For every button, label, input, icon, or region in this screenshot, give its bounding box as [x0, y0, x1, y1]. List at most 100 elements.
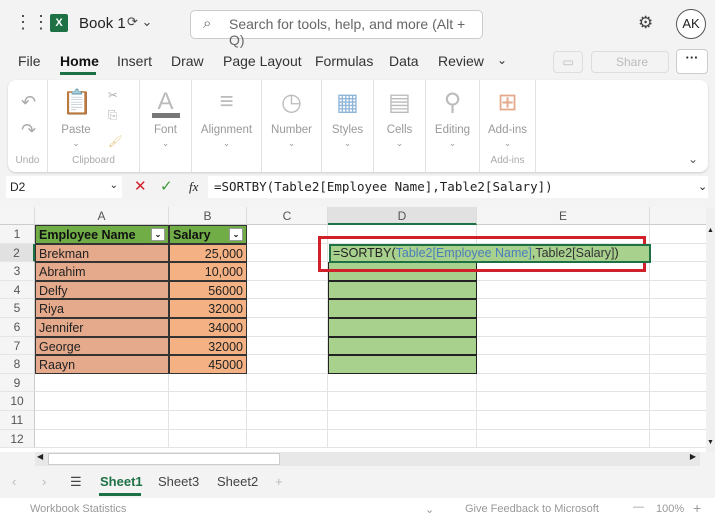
cell-C7[interactable]	[247, 336, 328, 356]
cell-C9[interactable]	[247, 373, 328, 393]
cell-B3[interactable]: 10,000	[169, 262, 247, 281]
paste-button[interactable]: 📋 Paste ⌄	[58, 80, 94, 149]
expand-ribbon-chevron-icon[interactable]: ⌄	[688, 152, 698, 166]
cell-C10[interactable]	[247, 392, 328, 411]
save-status-icon[interactable]: ⟳ ⌄	[127, 14, 152, 30]
cell-B7[interactable]: 32000	[169, 336, 247, 356]
cell-A10[interactable]	[35, 392, 169, 411]
row-header-1[interactable]: 1	[0, 225, 35, 244]
row-header-11[interactable]: 11	[0, 411, 35, 430]
column-header-b[interactable]: B	[169, 207, 247, 225]
sheet-tab-sheet3[interactable]: Sheet3	[158, 474, 199, 489]
scroll-right-icon[interactable]: ▶	[690, 452, 696, 461]
tab-home[interactable]: Home	[60, 53, 99, 69]
cell-D7[interactable]	[328, 336, 477, 356]
cell-D5[interactable]	[328, 299, 477, 318]
tab-review[interactable]: Review	[438, 53, 484, 69]
chevron-down-icon[interactable]: ⌄	[425, 503, 434, 516]
column-header-c[interactable]: C	[247, 207, 328, 225]
gear-icon[interactable]: ⚙	[638, 13, 653, 33]
undo-icon[interactable]: ↶	[21, 92, 36, 113]
cell-B1[interactable]: Salary ⌄	[169, 225, 247, 244]
cell-C6[interactable]	[247, 318, 328, 337]
function-icon[interactable]: fx	[189, 179, 198, 195]
cell-A5[interactable]: Riya	[35, 299, 169, 318]
number-button[interactable]: ◷ Number ⌄	[262, 80, 322, 172]
cell-A12[interactable]	[35, 429, 169, 449]
comments-icon[interactable]: ▭	[553, 51, 583, 73]
tab-draw[interactable]: Draw	[171, 53, 204, 69]
styles-button[interactable]: ▦ Styles ⌄	[322, 80, 374, 172]
tab-page-layout[interactable]: Page Layout	[223, 53, 302, 69]
cell-F3[interactable]	[650, 262, 706, 281]
cell-E5[interactable]	[477, 299, 650, 318]
tab-formulas[interactable]: Formulas	[315, 53, 373, 69]
cell-C12[interactable]	[247, 429, 328, 449]
editing-button[interactable]: ⚲ Editing ⌄	[426, 80, 480, 172]
cell-B5[interactable]: 32000	[169, 299, 247, 318]
cell-C2[interactable]	[247, 243, 328, 263]
cell-B8[interactable]: 45000	[169, 355, 247, 374]
cell-A2[interactable]: Brekman	[35, 243, 169, 263]
row-header-4[interactable]: 4	[0, 280, 35, 300]
row-header-6[interactable]: 6	[0, 318, 35, 337]
share-button[interactable]: Share	[591, 51, 669, 73]
avatar[interactable]: AK	[676, 9, 706, 39]
formula-edit-cell[interactable]: =SORTBY(Table2[Employee Name],Table2[Sal…	[329, 244, 651, 263]
cell-F2[interactable]	[650, 244, 706, 263]
cell-D9[interactable]	[328, 373, 477, 393]
more-options-icon[interactable]: ···	[676, 49, 708, 74]
add-sheet-icon[interactable]: +	[275, 474, 283, 489]
cell-D12[interactable]	[328, 429, 477, 449]
cell-A4[interactable]: Delfy	[35, 280, 169, 300]
column-header-f[interactable]	[650, 207, 706, 225]
scroll-left-icon[interactable]: ◀	[37, 452, 43, 461]
cell-F5[interactable]	[650, 299, 706, 318]
cell-F4[interactable]	[650, 281, 706, 300]
all-sheets-icon[interactable]: ☰	[70, 474, 82, 490]
font-button[interactable]: A Font ⌄	[140, 80, 192, 172]
expand-formula-chevron-icon[interactable]: ⌄	[698, 180, 707, 193]
cell-D6[interactable]	[328, 318, 477, 337]
zoom-out-icon[interactable]: —	[633, 501, 644, 513]
cell-C3[interactable]	[247, 262, 328, 281]
cell-B11[interactable]	[169, 411, 247, 430]
sheet-tab-sheet2[interactable]: Sheet2	[217, 474, 258, 489]
scroll-thumb[interactable]	[48, 453, 280, 465]
cell-C11[interactable]	[247, 411, 328, 430]
format-painter-icon[interactable]: 🖌	[108, 134, 123, 148]
cell-D4[interactable]	[328, 280, 477, 300]
row-header-7[interactable]: 7	[0, 336, 35, 356]
filter-dropdown-icon[interactable]: ⌄	[229, 228, 243, 241]
cell-E11[interactable]	[477, 411, 650, 430]
filter-dropdown-icon[interactable]: ⌄	[151, 228, 165, 241]
cell-A1[interactable]: Employee Name ⌄	[35, 225, 169, 244]
cell-C1[interactable]	[247, 225, 328, 244]
cell-E8[interactable]	[477, 355, 650, 374]
cell-A8[interactable]: Raayn	[35, 355, 169, 374]
vertical-scrollbar[interactable]: ▲ ▼	[706, 207, 715, 452]
redo-icon[interactable]: ↷	[21, 120, 36, 141]
copy-icon[interactable]: ⎘	[108, 110, 117, 123]
cell-A11[interactable]	[35, 411, 169, 430]
cell-C5[interactable]	[247, 299, 328, 318]
cell-F6[interactable]	[650, 318, 706, 337]
zoom-level[interactable]: 100%	[656, 503, 684, 515]
more-tabs-chevron-icon[interactable]: ⌄	[497, 53, 507, 67]
cell-E10[interactable]	[477, 392, 650, 411]
row-header-10[interactable]: 10	[0, 392, 35, 411]
name-box[interactable]: D2 ⌄	[6, 176, 122, 198]
feedback-link[interactable]: Give Feedback to Microsoft	[465, 503, 599, 515]
cells-button[interactable]: ▤ Cells ⌄	[374, 80, 426, 172]
book-title[interactable]: Book 1	[79, 15, 126, 32]
horizontal-scrollbar[interactable]: ◀ ▶	[35, 452, 700, 466]
cell-B12[interactable]	[169, 429, 247, 449]
cell-E12[interactable]	[477, 429, 650, 449]
cell-E4[interactable]	[477, 280, 650, 300]
formula-input[interactable]: =SORTBY(Table2[Employee Name],Table2[Sal…	[208, 176, 708, 198]
alignment-button[interactable]: ≡ Alignment ⌄	[192, 80, 262, 172]
cell-D8[interactable]	[328, 355, 477, 374]
cell-A6[interactable]: Jennifer	[35, 318, 169, 337]
column-header-a[interactable]: A	[35, 207, 169, 225]
cell-A7[interactable]: George	[35, 336, 169, 356]
